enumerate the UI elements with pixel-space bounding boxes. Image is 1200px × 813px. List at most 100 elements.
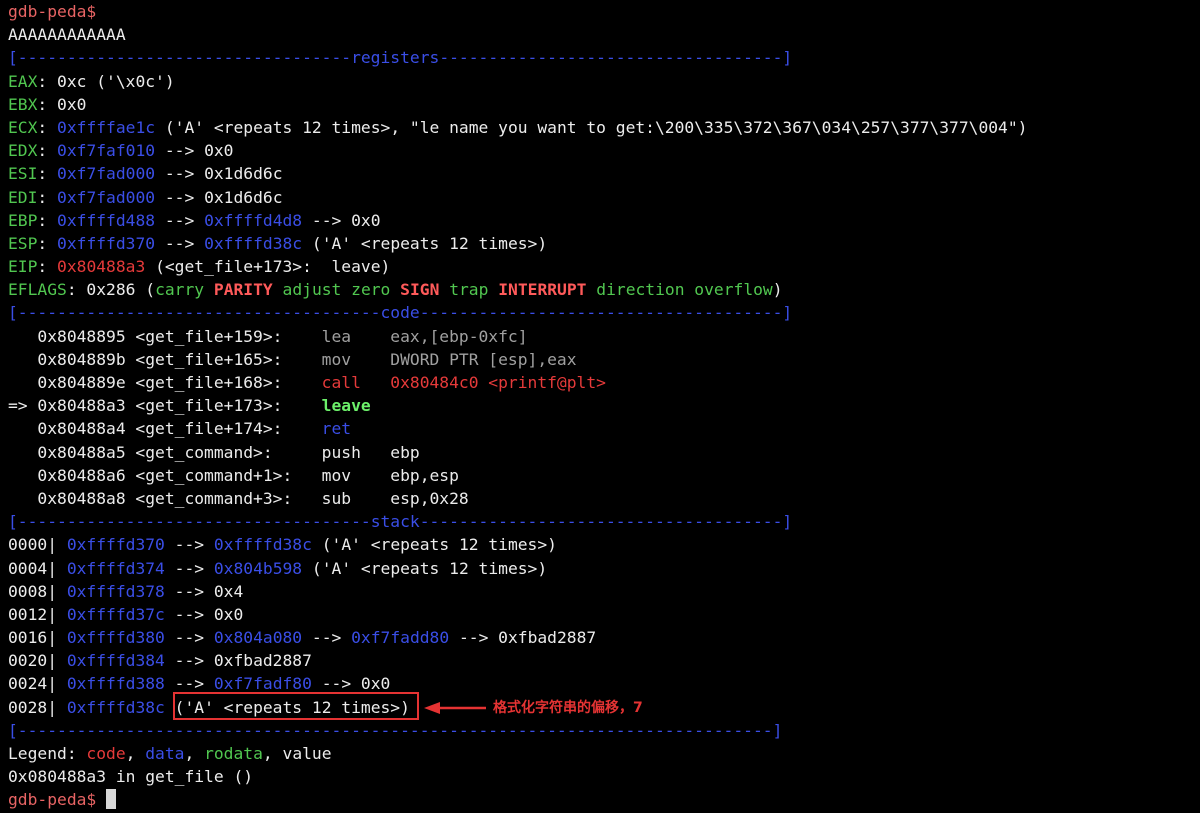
text-segment: -------------------------------------] [419,303,793,323]
text-cursor[interactable] [106,789,117,810]
text-segment: ECX [8,117,38,137]
text-segment: gdb-peda$ [8,790,97,810]
text-segment: : [37,117,58,137]
text-segment: [------------------------------------ [8,512,371,532]
register-eax: EAX: 0xc ('\x0c') [8,70,1198,93]
text-segment: gdb-peda$ [8,2,97,21]
text-segment: : [37,141,58,161]
text-segment: lea eax,[ebp-0xfc] [321,326,528,346]
text-segment: data [145,744,185,763]
code-header: [-------------------------------------co… [8,301,1198,324]
text-segment: : [37,210,58,230]
text-segment: ('A' <repeats 12 times>) [302,558,548,578]
text-segment: stack [370,512,420,532]
text-segment: 0xffffd380 [66,628,165,648]
text-segment: --> [155,233,205,253]
text-segment: 0x80488a6 <get_command+1>: mov ebp,esp [8,465,459,485]
register-ecx: ECX: 0xffffae1c ('A' <repeats 12 times>,… [8,116,1198,139]
code-line: 0x804889e <get_file+168>: call 0x80484c0… [8,371,1198,394]
stack-line: 0016| 0xffffd380 --> 0x804a080 --> 0xf7f… [8,626,1198,649]
text-segment: ESI [8,164,38,184]
text-segment: --> [164,674,214,694]
text-segment: : [37,164,58,184]
text-segment: EBP [8,210,38,230]
text-segment: EIP [8,257,38,277]
text-segment: : 0x0 [37,94,87,114]
input-echo-line: AAAAAAAAAAAA [8,23,1198,46]
text-segment: mov DWORD PTR [esp],eax [321,349,577,369]
stack-line: 0008| 0xffffd378 --> 0x4 [8,580,1198,603]
text-segment: SIGN [400,280,440,300]
code-line: 0x804889b <get_file+165>: mov DWORD PTR … [8,348,1198,371]
text-segment: PARITY [213,280,273,300]
text-segment: : 0xc ('\x0c') [37,71,175,91]
text-segment: 0xf7fad000 [57,187,156,207]
text-segment: carry [155,280,205,300]
text-segment: ret [321,419,352,439]
text-segment [273,280,283,299]
stack-line: 0004| 0xffffd374 --> 0x804b598 ('A' <rep… [8,557,1198,580]
text-segment: -------------------------------------] [419,512,793,532]
text-segment: 0024| [8,674,67,694]
text-segment: 0xffffd488 [57,210,156,230]
terminal-output[interactable]: gdb-peda$ AAAAAAAAAAAA [------------------… [8,0,1198,812]
text-segment: --> 0x0 [155,141,234,161]
text-segment: --> [302,628,352,648]
text-segment: EBX [8,94,38,114]
text-segment: 0x080488a3 in get_file () [8,767,254,787]
register-ebx: EBX: 0x0 [8,93,1198,116]
text-segment: 0xffffd374 [66,558,165,578]
text-segment: [---------------------------------- [8,48,352,68]
text-segment: 0016| [8,628,67,648]
stack-header: [------------------------------------sta… [8,510,1198,533]
text-segment [439,280,449,299]
text-segment: 0xffffae1c [57,117,156,137]
text-segment: -----------------------------------] [439,48,793,68]
location-line: 0x080488a3 in get_file () [8,765,1198,788]
text-segment: : [37,187,58,207]
register-ebp: EBP: 0xffffd488 --> 0xffffd4d8 --> 0x0 [8,209,1198,232]
text-segment: , [125,744,146,763]
text-segment [586,280,596,299]
text-segment [488,280,498,299]
text-segment: [---------------------------------------… [8,720,783,740]
text-segment: ESP [8,233,38,253]
text-segment: --> 0xfbad2887 [449,628,597,648]
text-segment: --> 0x1d6d6c [155,164,283,184]
text-segment: : [37,257,58,277]
text-segment: 0xffffd384 [66,651,165,671]
text-segment: EFLAGS [8,280,67,300]
text-segment: : [37,233,58,253]
register-edi: EDI: 0xf7fad000 --> 0x1d6d6c [8,186,1198,209]
text-segment: 0xf7faf010 [57,141,156,161]
text-segment: --> [164,535,214,555]
text-segment: --> 0x0 [302,210,381,230]
text-segment: 0004| [8,558,67,578]
text-segment [96,790,106,809]
text-segment: 0xf7fadf80 [213,674,312,694]
stack-line: 0012| 0xffffd37c --> 0x0 [8,603,1198,626]
text-segment: ('A' <repeats 12 times>) [311,535,557,555]
text-segment: 0xf7fad000 [57,164,156,184]
text-segment: adjust zero [282,280,391,300]
text-segment: AAAAAAAAAAAA [8,25,126,45]
code-line: 0x80488a6 <get_command+1>: mov ebp,esp [8,464,1198,487]
text-segment: 0xf7fadd80 [351,628,450,648]
stack-line: 0020| 0xffffd384 --> 0xfbad2887 [8,649,1198,672]
text-segment: rodata [204,744,263,763]
text-segment: [------------------------------------- [8,303,381,323]
text-segment: INTERRUPT [498,280,587,300]
text-segment: call 0x80484c0 <printf@plt> [321,373,606,392]
text-segment: trap [449,280,489,300]
text-segment: ('A' <repeats 12 times>) [302,233,548,253]
register-edx: EDX: 0xf7faf010 --> 0x0 [8,139,1198,162]
prompt-line: gdb-peda$ [8,0,1198,23]
text-segment: 0xffffd388 [66,674,165,694]
text-segment: 0000| [8,535,67,555]
code-line: 0x80488a4 <get_file+174>: ret [8,417,1198,440]
text-segment: EDX [8,141,38,161]
legend-line: Legend: code, data, rodata, value [8,742,1198,765]
text-segment: --> 0x1d6d6c [155,187,283,207]
text-segment: --> 0x0 [164,604,244,624]
text-segment: ) [772,280,783,300]
